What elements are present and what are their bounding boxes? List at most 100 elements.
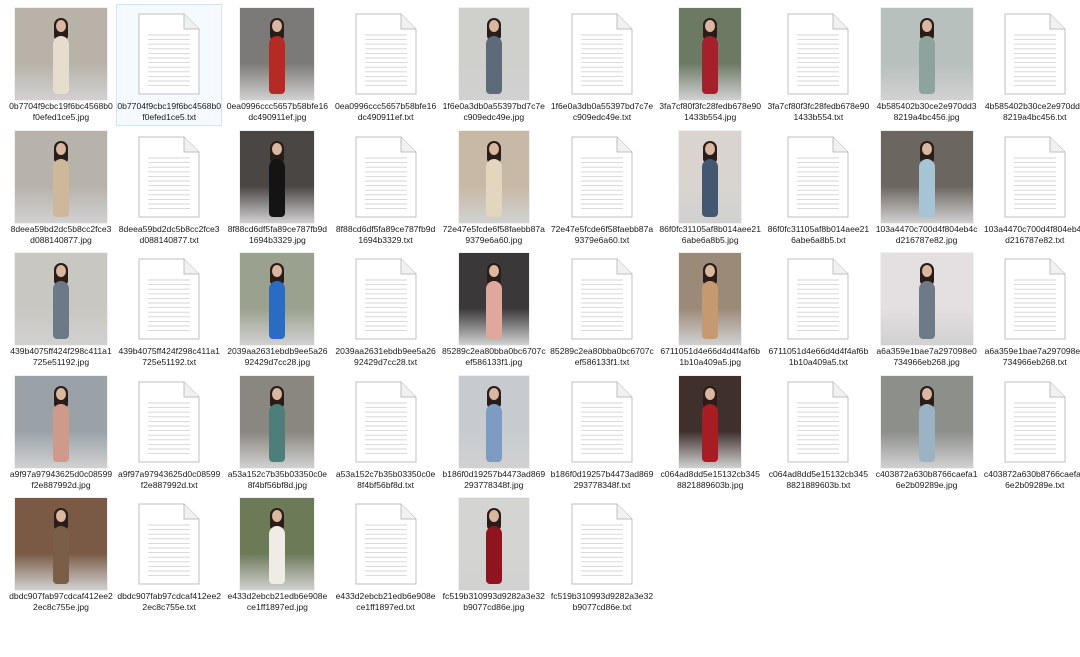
image-file-item[interactable]: 1f6e0a3db0a55397bd7c7ec909edc49e.jpg [441,4,547,126]
text-file-item[interactable]: a9f97a97943625d0c08599f2e887992d.txt [116,372,222,494]
file-name-label: 0ea0996ccc5657b58bfe16dc490911ef.jpg [226,101,329,122]
file-name-label: dbdc907fab97cdcaf412ee22ec8c755e.jpg [9,591,113,612]
text-document-icon [355,503,417,585]
image-file-item[interactable]: 6711051d4e66d4d4f4af6b1b10a409a5.jpg [657,249,763,371]
image-file-item[interactable]: c403872a630b8766caefa16e2b09289e.jpg [874,372,980,494]
file-thumbnail [875,252,979,346]
text-file-item[interactable]: b186f0d19257b4473ad869293778348f.txt [549,372,655,494]
file-thumbnail [334,252,438,346]
file-name-label: 86f0fc31105af8b014aee216abe6a8b5.jpg [659,223,761,245]
text-file-item[interactable]: 86f0fc31105af8b014aee216abe6a8b5.txt [765,127,871,249]
photo-thumbnail [15,8,107,100]
file-name-label: e433d2ebcb21edb6e908ece1ff1897ed.jpg [227,591,328,612]
image-file-item[interactable]: 4b585402b30ce2e970dd38219a4bc456.jpg [874,4,980,126]
file-thumbnail [766,252,870,346]
photo-thumbnail [679,8,742,100]
file-thumbnail [9,375,113,469]
image-file-item[interactable]: 8f88cd6df5fa89ce787fb9d1694b3329.jpg [224,127,330,249]
text-file-item[interactable]: 6711051d4e66d4d4f4af6b1b10a409a5.txt [765,249,871,371]
file-name-label: 2039aa2631ebdb9ee5a2692429d7cc28.jpg [227,346,328,367]
image-file-item[interactable]: c064ad8dd5e15132cb3458821889603b.jpg [657,372,763,494]
file-thumbnail [766,130,870,224]
image-file-item[interactable]: 86f0fc31105af8b014aee216abe6a8b5.jpg [657,127,763,249]
photo-thumbnail [458,8,529,100]
file-name-label: c403872a630b8766caefa16e2b09289e.txt [983,468,1080,490]
text-file-item[interactable]: 2039aa2631ebdb9ee5a2692429d7cc28.txt [333,249,439,371]
image-file-item[interactable]: 8deea59bd2dc5b8cc2fce3d088140877.jpg [8,127,114,249]
image-file-item[interactable]: b186f0d19257b4473ad869293778348f.jpg [441,372,547,494]
image-file-item[interactable]: 3fa7cf80f3fc28fedb678e901433b554.jpg [657,4,763,126]
photo-thumbnail [880,253,973,345]
photo-thumbnail [880,130,973,223]
text-document-icon [1004,381,1066,463]
text-file-item[interactable]: 3fa7cf80f3fc28fedb678e901433b554.txt [765,4,871,126]
file-name-label: b186f0d19257b4473ad869293778348f.jpg [442,468,546,490]
file-thumbnail [442,252,546,346]
image-file-item[interactable]: fc519b310993d9282a3e32b9077cd86e.jpg [441,494,547,616]
text-file-item[interactable]: 103a4470c700d4f804eb4cd216787e82.txt [982,127,1080,249]
image-file-item[interactable]: a53a152c7b35b03350c0e8f4bf56bf8d.jpg [224,372,330,494]
image-file-item[interactable]: 72e47e5fcde6f58faebb87a9379e6a60.jpg [441,127,547,249]
file-thumbnail [117,375,221,469]
photo-thumbnail [458,375,529,468]
text-file-item[interactable]: 439b4075ff424f298c411a1725e51192.txt [116,249,222,371]
text-file-item[interactable]: c403872a630b8766caefa16e2b09289e.txt [982,372,1080,494]
image-file-item[interactable]: a9f97a97943625d0c08599f2e887992d.jpg [8,372,114,494]
text-file-item[interactable]: 0b7704f9cbc19f6bc4568b0f0efed1ce5.txt [116,4,223,126]
photo-thumbnail [15,130,107,223]
text-file-item[interactable]: 8f88cd6df5fa89ce787fb9d1694b3329.txt [333,127,439,249]
file-thumbnail [658,130,762,224]
file-thumbnail [117,7,221,101]
text-document-icon [355,258,417,340]
file-name-label: c403872a630b8766caefa16e2b09289e.jpg [875,468,978,490]
text-file-item[interactable]: dbdc907fab97cdcaf412ee22ec8c755e.txt [116,494,222,616]
text-file-item[interactable]: 85289c2ea80bba0bc6707cef586133f1.txt [549,249,655,371]
image-file-item[interactable]: 2039aa2631ebdb9ee5a2692429d7cc28.jpg [224,249,330,371]
text-file-item[interactable]: e433d2ebcb21edb6e908ece1ff1897ed.txt [333,494,439,616]
file-name-label: fc519b310993d9282a3e32b9077cd86e.txt [550,591,654,612]
file-name-label: 6711051d4e66d4d4f4af6b1b10a409a5.jpg [660,346,761,367]
file-thumbnail [875,375,979,469]
image-file-item[interactable]: 85289c2ea80bba0bc6707cef586133f1.jpg [441,249,547,371]
text-file-item[interactable]: 4b585402b30ce2e970dd38219a4bc456.txt [982,4,1080,126]
text-document-icon [571,136,633,218]
text-file-item[interactable]: 72e47e5fcde6f58faebb87a9379e6a60.txt [549,127,655,249]
file-thumbnail [658,375,762,469]
file-thumbnail [9,130,113,224]
file-name-label: e433d2ebcb21edb6e908ece1ff1897ed.txt [335,591,436,612]
file-thumbnail [225,252,329,346]
file-thumbnail [334,130,438,224]
file-name-label: 8deea59bd2dc5b8cc2fce3d088140877.txt [118,223,220,245]
file-thumbnail [550,7,654,101]
file-thumbnail [875,130,979,224]
image-file-item[interactable]: dbdc907fab97cdcaf412ee22ec8c755e.jpg [8,494,114,616]
file-thumbnail [225,375,329,469]
file-thumbnail [225,7,329,101]
image-file-item[interactable]: 0ea0996ccc5657b58bfe16dc490911ef.jpg [224,4,330,126]
text-file-item[interactable]: 0ea0996ccc5657b58bfe16dc490911ef.txt [333,4,439,126]
file-thumbnail [983,252,1080,346]
photo-thumbnail [679,375,742,468]
text-file-item[interactable]: 1f6e0a3db0a55397bd7c7ec909edc49e.txt [549,4,655,126]
photo-thumbnail [880,8,973,100]
image-file-item[interactable]: 103a4470c700d4f804eb4cd216787e82.jpg [874,127,980,249]
file-thumbnail [334,375,438,469]
file-name-label: a53a152c7b35b03350c0e8f4bf56bf8d.jpg [227,468,328,490]
image-file-item[interactable]: 439b4075ff424f298c411a1725e51192.jpg [8,249,114,371]
file-thumbnail [766,7,870,101]
file-name-label: 2039aa2631ebdb9ee5a2692429d7cc28.txt [335,346,436,367]
text-file-item[interactable]: a6a359e1bae7a297098e0734966eb268.txt [982,249,1080,371]
file-thumbnail [442,130,546,224]
text-file-item[interactable]: 8deea59bd2dc5b8cc2fce3d088140877.txt [116,127,222,249]
file-name-label: 4b585402b30ce2e970dd38219a4bc456.txt [984,101,1080,122]
text-file-item[interactable]: fc519b310993d9282a3e32b9077cd86e.txt [549,494,655,616]
text-document-icon [138,136,200,218]
text-document-icon [355,381,417,463]
file-name-label: 8f88cd6df5fa89ce787fb9d1694b3329.txt [335,223,436,245]
image-file-item[interactable]: 0b7704f9cbc19f6bc4568b0f0efed1ce5.jpg [8,4,114,126]
image-file-item[interactable]: e433d2ebcb21edb6e908ece1ff1897ed.jpg [224,494,330,616]
text-file-item[interactable]: c064ad8dd5e15132cb3458821889603b.txt [765,372,871,494]
photo-thumbnail [240,253,315,345]
text-file-item[interactable]: a53a152c7b35b03350c0e8f4bf56bf8d.txt [333,372,439,494]
image-file-item[interactable]: a6a359e1bae7a297098e0734966eb268.jpg [874,249,980,371]
